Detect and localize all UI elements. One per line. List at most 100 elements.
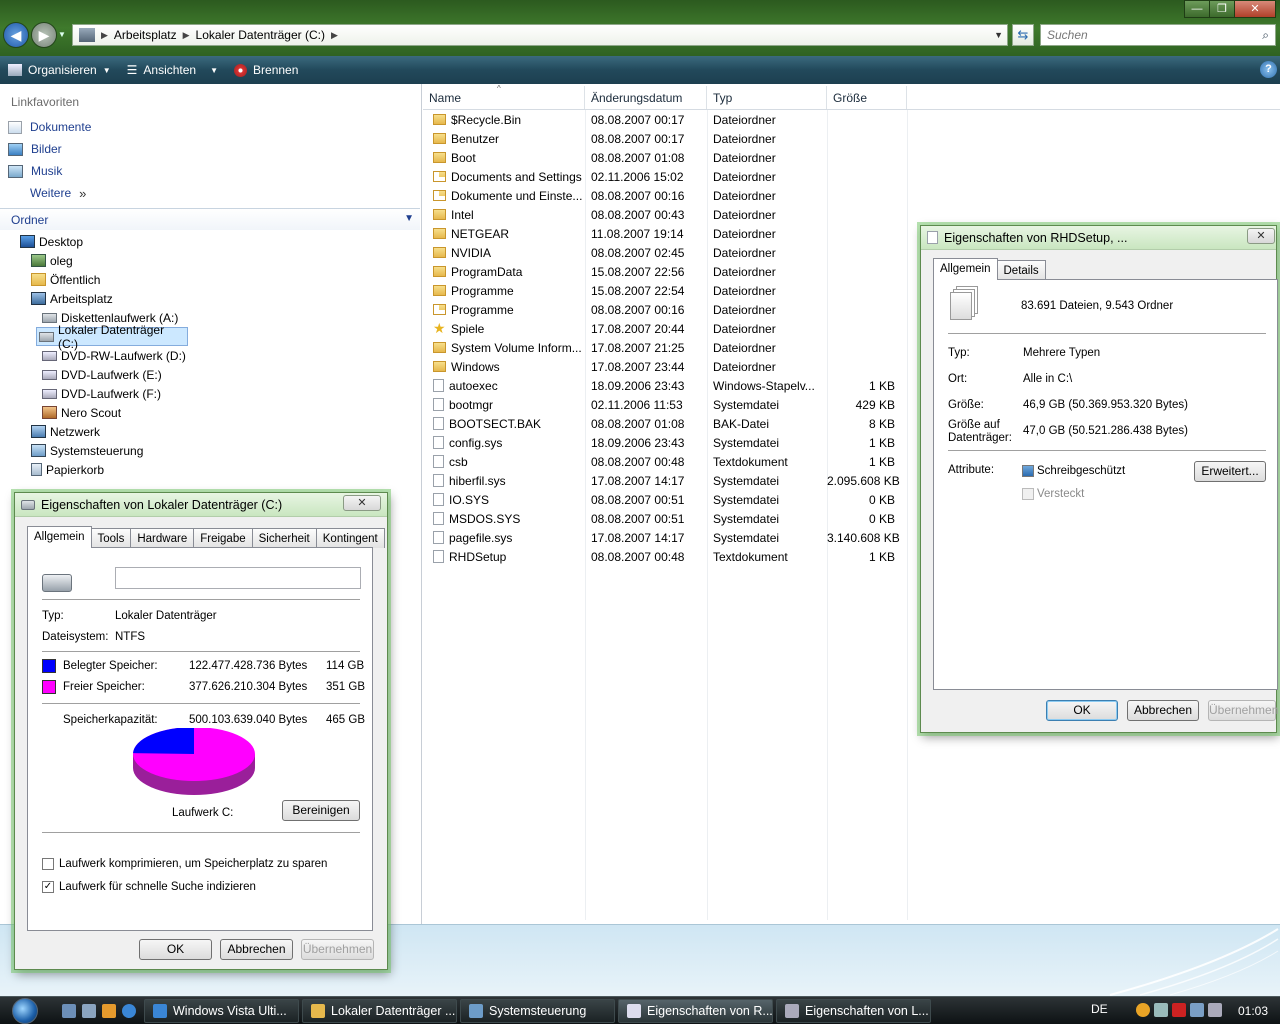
tree-item-nero-scout[interactable]: Nero Scout (0, 403, 420, 422)
safely-remove-icon[interactable] (1154, 1003, 1168, 1017)
address-bar[interactable]: ▶ Arbeitsplatz ▶ Lokaler Datenträger (C:… (72, 24, 1008, 46)
tab-hardware[interactable]: Hardware (130, 528, 195, 548)
file-row[interactable]: bootmgr 02.11.2006 11:53 Systemdatei 429 KB (423, 395, 903, 414)
file-row[interactable]: Benutzer 08.08.2007 00:17 Dateiordner (423, 129, 903, 148)
readonly-checkbox[interactable] (1022, 465, 1034, 477)
column-header-name[interactable]: Name ^ (423, 84, 585, 109)
close-button[interactable]: ✕ (1234, 0, 1276, 18)
hidden-checkbox[interactable] (1022, 488, 1034, 500)
compress-checkbox[interactable] (42, 858, 54, 870)
file-row[interactable]: Documents and Settings 02.11.2006 15:02 Da… (423, 167, 903, 186)
taskbar-button[interactable]: Systemsteuerung (460, 998, 615, 1023)
file-row[interactable]: NVIDIA 08.08.2007 02:45 Dateiordner (423, 243, 903, 262)
internet-explorer-icon[interactable] (122, 1003, 136, 1018)
dialog-close-button[interactable]: ✕ (1247, 228, 1275, 244)
favorite-documents[interactable]: Dokumente (0, 116, 420, 138)
drive-label-input[interactable] (115, 567, 361, 589)
apply-button[interactable]: Übernehmen (301, 939, 374, 960)
favorite-music[interactable]: Musik (0, 160, 420, 182)
favorite-pictures[interactable]: Bilder (0, 138, 420, 160)
file-row[interactable]: hiberfil.sys 17.08.2007 14:17 Systemdatei 2… (423, 471, 903, 490)
folders-header[interactable]: Ordner ▼ (0, 208, 420, 230)
file-row[interactable]: MSDOS.SYS 08.08.2007 00:51 Systemdatei 0 KB (423, 509, 903, 528)
media-player-icon[interactable] (102, 1003, 116, 1018)
search-icon[interactable]: ⌕ (1262, 28, 1269, 43)
language-indicator[interactable]: DE (1091, 1002, 1108, 1016)
file-row[interactable]: RHDSetup 08.08.2007 00:48 Textdokument 1 KB (423, 547, 903, 566)
taskbar-button[interactable]: Eigenschaften von L... (776, 998, 931, 1023)
tree-item-oleg[interactable]: oleg (0, 251, 420, 270)
tree-item-lokaler-datenträger-c[interactable]: Lokaler Datenträger (C:) (36, 323, 188, 351)
file-row[interactable]: Windows 17.08.2007 23:44 Dateiordner (423, 357, 903, 376)
taskbar-button[interactable]: Lokaler Datenträger ... (302, 998, 457, 1023)
acrobat-icon[interactable] (1172, 1003, 1186, 1017)
advanced-button[interactable]: Erweitert... (1194, 461, 1266, 482)
network-tray-icon[interactable] (1190, 1003, 1204, 1017)
search-input[interactable]: Suchen ⌕ (1040, 24, 1276, 46)
dialog-titlebar[interactable]: Eigenschaften von RHDSetup, ... (921, 226, 1276, 250)
tab-freigabe[interactable]: Freigabe (193, 528, 253, 548)
switch-windows-icon[interactable] (82, 1003, 96, 1018)
organize-button[interactable]: Organisieren ▼ (0, 56, 119, 84)
cancel-button[interactable]: Abbrechen (220, 939, 293, 960)
start-button[interactable] (0, 997, 50, 1024)
tab-allgemein[interactable]: Allgemein (933, 258, 998, 280)
file-row[interactable]: Programme 15.08.2007 22:54 Dateiordner (423, 281, 903, 300)
column-header-date[interactable]: Änderungsdatum (585, 86, 707, 109)
file-row[interactable]: config.sys 18.09.2006 23:43 Systemdatei 1 K… (423, 433, 903, 452)
file-row[interactable]: ★ Spiele 17.08.2007 20:44 Dateiordner (423, 319, 903, 338)
file-row[interactable]: pagefile.sys 17.08.2007 14:17 Systemdatei 3… (423, 528, 903, 547)
apply-button[interactable]: Übernehmen (1208, 700, 1278, 721)
breadcrumb-arbeitsplatz[interactable]: Arbeitsplatz (114, 28, 177, 42)
breadcrumb-drive-c[interactable]: Lokaler Datenträger (C:) (196, 28, 325, 42)
file-row[interactable]: NETGEAR 11.08.2007 19:14 Dateiordner (423, 224, 903, 243)
clock[interactable]: 01:03 (1238, 1004, 1268, 1018)
back-button[interactable]: ◀ (3, 22, 29, 48)
tab-sicherheit[interactable]: Sicherheit (251, 528, 317, 548)
dialog-close-button[interactable]: ✕ (343, 495, 381, 511)
index-checkbox[interactable]: ✓ (42, 881, 54, 893)
file-row[interactable]: csb 08.08.2007 00:48 Textdokument 1 KB (423, 452, 903, 471)
column-header-size[interactable]: Größe (827, 86, 907, 109)
column-header-type[interactable]: Typ (707, 86, 827, 109)
file-row[interactable]: ProgramData 15.08.2007 22:56 Dateiordner (423, 262, 903, 281)
cleanup-button[interactable]: Bereinigen (282, 800, 360, 821)
file-row[interactable]: BOOTSECT.BAK 08.08.2007 01:08 BAK-Datei 8 K… (423, 414, 903, 433)
tab-details[interactable]: Details (996, 260, 1046, 280)
minimize-button[interactable]: — (1184, 0, 1210, 18)
file-row[interactable]: $Recycle.Bin 08.08.2007 00:17 Dateiordner (423, 110, 903, 129)
refresh-button[interactable]: ⇆ (1012, 24, 1034, 46)
tree-item-öffentlich[interactable]: Öffentlich (0, 270, 420, 289)
favorites-more-link[interactable]: Weitere » (0, 182, 420, 204)
dialog-titlebar[interactable]: Eigenschaften von Lokaler Datenträger (C… (15, 493, 387, 517)
file-row[interactable]: IO.SYS 08.08.2007 00:51 Systemdatei 0 KB (423, 490, 903, 509)
tree-item-dvd-rw-laufwerk-d[interactable]: DVD-RW-Laufwerk (D:) (0, 346, 420, 365)
burn-button[interactable]: Brennen (226, 56, 306, 84)
tree-item-dvd-laufwerk-f[interactable]: DVD-Laufwerk (F:) (0, 384, 420, 403)
info-icon[interactable] (1136, 1003, 1150, 1017)
file-row[interactable]: Programme 08.08.2007 00:16 Dateiordner (423, 300, 903, 319)
tree-item-dvd-laufwerk-e[interactable]: DVD-Laufwerk (E:) (0, 365, 420, 384)
file-row[interactable]: Intel 08.08.2007 00:43 Dateiordner (423, 205, 903, 224)
ok-button[interactable]: OK (1046, 700, 1118, 721)
help-button[interactable]: ? (1260, 61, 1277, 78)
tree-item-systemsteuerung[interactable]: Systemsteuerung (0, 441, 420, 460)
address-dropdown-icon[interactable]: ▼ (994, 30, 1003, 40)
views-button[interactable]: ☰ Ansichten ▼ (119, 56, 226, 84)
tab-allgemein[interactable]: Allgemein (27, 526, 92, 548)
volume-icon[interactable] (1208, 1003, 1222, 1017)
tree-item-netzwerk[interactable]: Netzwerk (0, 422, 420, 441)
taskbar-button[interactable]: Eigenschaften von R... (618, 998, 773, 1023)
tab-tools[interactable]: Tools (90, 528, 132, 548)
tab-kontingent[interactable]: Kontingent (315, 528, 385, 548)
recent-pages-chevron-icon[interactable]: ▼ (58, 30, 66, 39)
forward-button[interactable]: ▶ (31, 22, 57, 48)
file-row[interactable]: Boot 08.08.2007 01:08 Dateiordner (423, 148, 903, 167)
file-row[interactable]: System Volume Inform... 17.08.2007 21:25 D… (423, 338, 903, 357)
tree-item-papierkorb[interactable]: Papierkorb (0, 460, 420, 479)
tree-item-arbeitsplatz[interactable]: Arbeitsplatz (0, 289, 420, 308)
collapse-chevron-icon[interactable]: ▼ (404, 213, 414, 224)
taskbar-button[interactable]: Windows Vista Ulti... (144, 998, 299, 1023)
tree-item-desktop[interactable]: Desktop (0, 232, 420, 251)
maximize-button[interactable]: ❐ (1209, 0, 1235, 18)
